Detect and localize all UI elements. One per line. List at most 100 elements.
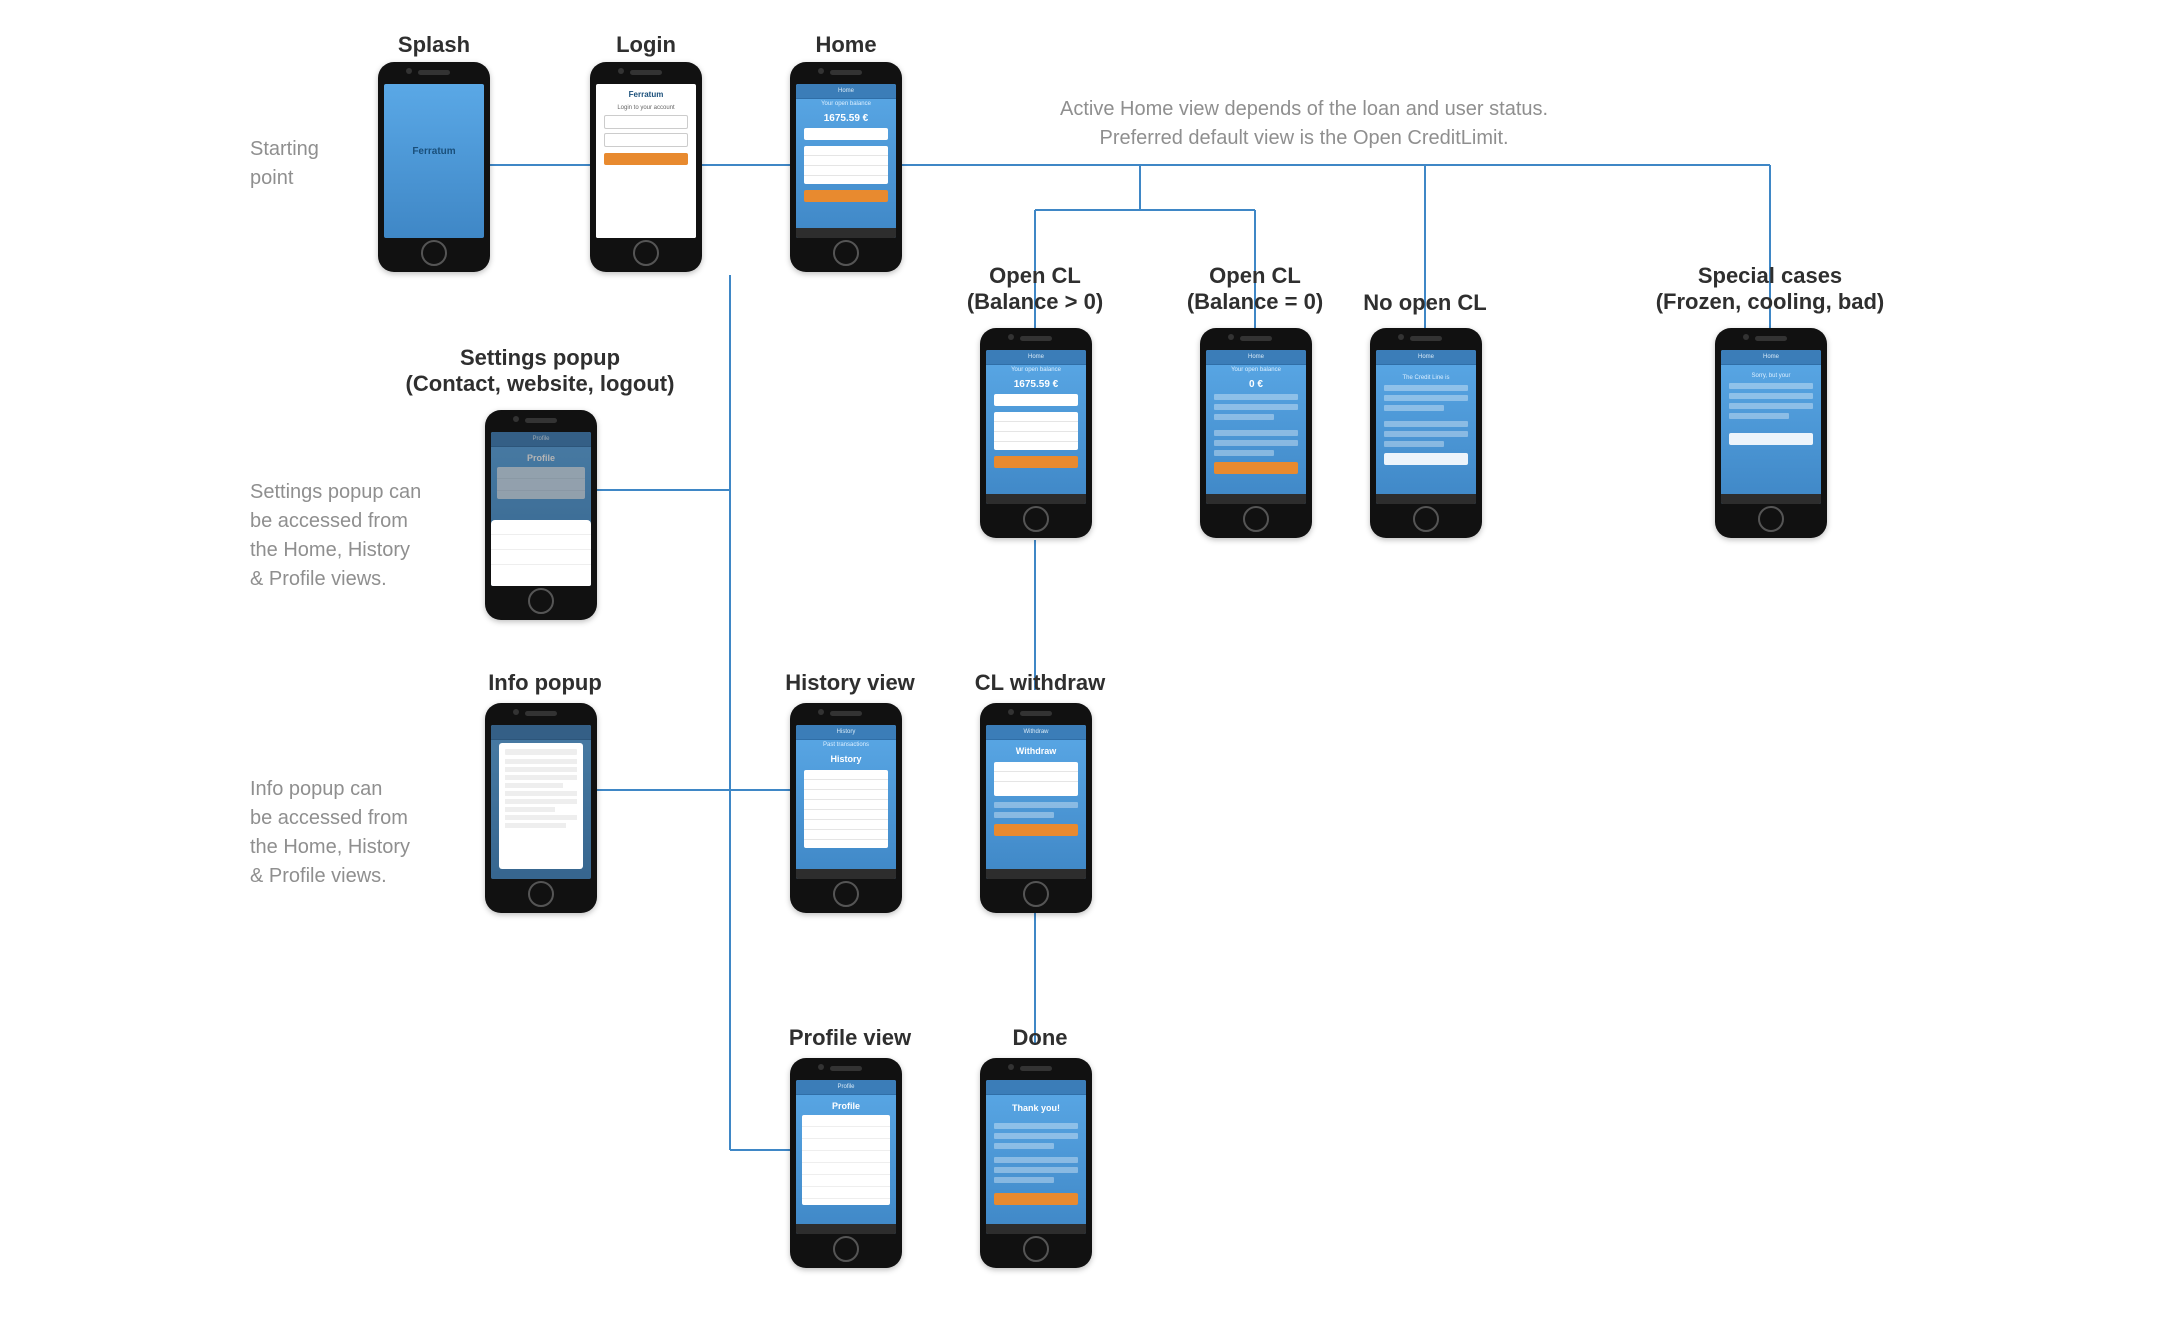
label-settings-popup: Settings popup (Contact, website, logout… bbox=[365, 345, 715, 397]
done-topbar bbox=[986, 1080, 1086, 1095]
screen-open-cl-zero: Home Your open balance 0 € bbox=[1206, 350, 1306, 504]
info-modal bbox=[499, 743, 583, 869]
done-heading: Thank you! bbox=[986, 1103, 1086, 1113]
note-active-home: Active Home view depends of the loan and… bbox=[1060, 95, 1548, 153]
home-button-icon bbox=[833, 240, 859, 266]
openzero-amount: 0 € bbox=[1206, 379, 1306, 390]
home-button-icon bbox=[421, 240, 447, 266]
label-profile: Profile view bbox=[760, 1025, 940, 1051]
history-caption: Past transactions bbox=[796, 742, 896, 748]
phone-history: History Past transactions History bbox=[790, 703, 902, 913]
history-heading: History bbox=[796, 754, 896, 764]
screen-home: Home Your open balance 1675.59 € bbox=[796, 84, 896, 238]
withdraw-card bbox=[994, 762, 1078, 796]
phone-profile: Profile Profile bbox=[790, 1058, 902, 1268]
clouds-decoration bbox=[596, 210, 696, 238]
opencl-input bbox=[994, 394, 1078, 406]
opencl-amount: 1675.59 € bbox=[986, 379, 1086, 390]
label-open-cl-zero: Open CL (Balance = 0) bbox=[1165, 263, 1345, 315]
bottombar bbox=[796, 869, 896, 879]
phone-no-open-cl: Home The Credit Line is bbox=[1370, 328, 1482, 538]
phone-home: Home Your open balance 1675.59 € bbox=[790, 62, 902, 272]
done-button bbox=[994, 1193, 1078, 1205]
settings-item-logout bbox=[491, 565, 591, 579]
home-topbar: Home bbox=[796, 84, 896, 99]
profile-list bbox=[802, 1115, 890, 1205]
label-history: History view bbox=[760, 670, 940, 696]
screen-splash: Ferratum bbox=[384, 84, 484, 238]
screen-open-cl-pos: Home Your open balance 1675.59 € bbox=[986, 350, 1086, 504]
label-special: Special cases (Frozen, cooling, bad) bbox=[1590, 263, 1950, 315]
flow-diagram: Starting point Active Home view depends … bbox=[0, 0, 2160, 1330]
bottombar bbox=[1721, 494, 1821, 504]
opencl-caption: Your open balance bbox=[986, 367, 1086, 373]
phone-cl-withdraw: Withdraw Withdraw bbox=[980, 703, 1092, 913]
screen-profile: Profile Profile bbox=[796, 1080, 896, 1234]
settings-item-website bbox=[491, 535, 591, 550]
special-topbar: Home bbox=[1721, 350, 1821, 365]
bottombar bbox=[986, 1224, 1086, 1234]
home-input bbox=[804, 128, 888, 140]
noopen-caption: The Credit Line is bbox=[1376, 375, 1476, 381]
screen-settings-popup: Profile Profile bbox=[491, 432, 591, 586]
note-info-access: Info popup can be accessed from the Home… bbox=[250, 775, 410, 891]
phone-login: Ferratum Login to your account bbox=[590, 62, 702, 272]
withdraw-topbar: Withdraw bbox=[986, 725, 1086, 740]
screen-cl-withdraw: Withdraw Withdraw bbox=[986, 725, 1086, 879]
phone-splash: Ferratum bbox=[378, 62, 490, 272]
opencl-topbar: Home bbox=[986, 350, 1086, 365]
home-detail-card bbox=[804, 146, 888, 184]
opencl-card bbox=[994, 412, 1078, 450]
label-home: Home bbox=[790, 32, 902, 58]
bottombar bbox=[986, 869, 1086, 879]
home-button-icon bbox=[633, 240, 659, 266]
home-button-icon bbox=[528, 881, 554, 907]
home-bottombar bbox=[796, 228, 896, 238]
withdraw-confirm-button bbox=[994, 824, 1078, 836]
special-button bbox=[1729, 433, 1813, 445]
screen-done: Thank you! bbox=[986, 1080, 1086, 1234]
home-button-icon bbox=[1243, 506, 1269, 532]
note-starting-point: Starting point bbox=[250, 135, 319, 193]
openzero-caption: Your open balance bbox=[1206, 367, 1306, 373]
bottombar bbox=[986, 494, 1086, 504]
home-caption: Your open balance bbox=[796, 101, 896, 107]
login-field-1 bbox=[604, 115, 688, 129]
withdraw-heading: Withdraw bbox=[986, 746, 1086, 756]
special-caption: Sorry, but your bbox=[1721, 373, 1821, 379]
bottombar bbox=[1376, 494, 1476, 504]
phone-open-cl-zero: Home Your open balance 0 € bbox=[1200, 328, 1312, 538]
label-cl-withdraw: CL withdraw bbox=[960, 670, 1120, 696]
bottombar bbox=[1206, 494, 1306, 504]
login-field-2 bbox=[604, 133, 688, 147]
openzero-topbar: Home bbox=[1206, 350, 1306, 365]
home-button-icon bbox=[833, 1236, 859, 1262]
phone-done: Thank you! bbox=[980, 1058, 1092, 1268]
splash-brand: Ferratum bbox=[384, 146, 484, 157]
home-button-icon bbox=[1758, 506, 1784, 532]
home-withdraw-button bbox=[804, 190, 888, 202]
login-brand: Ferratum bbox=[596, 90, 696, 99]
settings-item-contact bbox=[491, 520, 591, 535]
settings-sheet bbox=[491, 520, 591, 586]
label-splash: Splash bbox=[378, 32, 490, 58]
bottombar bbox=[796, 1224, 896, 1234]
screen-info-popup bbox=[491, 725, 591, 879]
login-button bbox=[604, 153, 688, 165]
home-button-icon bbox=[1023, 881, 1049, 907]
history-table bbox=[804, 770, 888, 848]
phone-info-popup bbox=[485, 703, 597, 913]
home-button-icon bbox=[1023, 1236, 1049, 1262]
screen-history: History Past transactions History bbox=[796, 725, 896, 879]
note-settings-access: Settings popup can be accessed from the … bbox=[250, 478, 421, 594]
label-info-popup: Info popup bbox=[435, 670, 655, 696]
login-title: Login to your account bbox=[596, 105, 696, 111]
screen-special-cases: Home Sorry, but your bbox=[1721, 350, 1821, 504]
phone-open-cl-pos: Home Your open balance 1675.59 € bbox=[980, 328, 1092, 538]
label-done: Done bbox=[960, 1025, 1120, 1051]
openzero-button bbox=[1214, 462, 1298, 474]
phone-special-cases: Home Sorry, but your bbox=[1715, 328, 1827, 538]
home-button-icon bbox=[1413, 506, 1439, 532]
opencl-button bbox=[994, 456, 1078, 468]
home-button-icon bbox=[528, 588, 554, 614]
